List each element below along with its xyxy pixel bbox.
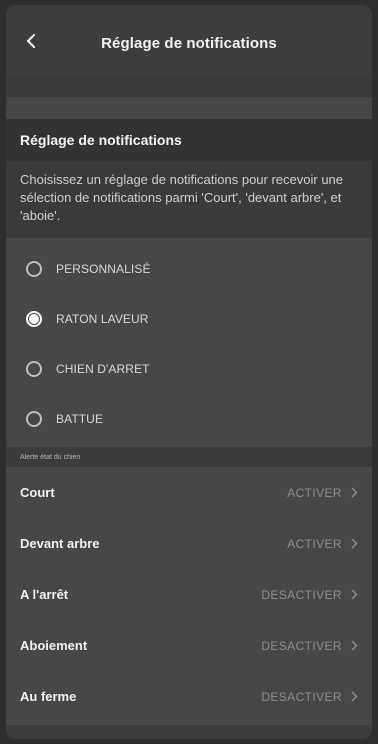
page-title: Réglage de notifications — [101, 35, 277, 52]
mode-radio-group: PERSONNALISÉ RATON LAVEUR CHIEN D'ARRET … — [6, 238, 372, 444]
setting-action-label: ACTIVER — [287, 485, 342, 500]
chevron-right-icon — [351, 487, 358, 498]
setting-name: Au ferme — [20, 689, 77, 704]
radio-unselected-icon — [26, 261, 42, 277]
radio-option-battue[interactable]: BATTUE — [6, 394, 372, 444]
setting-action: ACTIVER — [287, 537, 358, 551]
spacer — [6, 97, 372, 119]
setting-row-devant-arbre[interactable]: Devant arbre ACTIVER — [6, 518, 372, 569]
navigation-bar: Réglage de notifications — [6, 5, 372, 76]
radio-option-raton-laveur[interactable]: RATON LAVEUR — [6, 294, 372, 344]
section-header: Réglage de notifications — [6, 119, 372, 161]
setting-row-au-ferme[interactable]: Au ferme DESACTIVER — [6, 671, 372, 722]
section-title: Réglage de notifications — [20, 132, 182, 148]
setting-row-aboiement[interactable]: Aboiement DESACTIVER — [6, 620, 372, 671]
chevron-right-icon — [351, 538, 358, 549]
radio-option-personnalise[interactable]: PERSONNALISÉ — [6, 244, 372, 294]
setting-row-a-l-arret[interactable]: A l'arrêt DESACTIVER — [6, 569, 372, 620]
chevron-right-icon — [351, 640, 358, 651]
alert-settings-list: Court ACTIVER Devant arbre ACTIVER A l'a… — [6, 467, 372, 722]
radio-selected-icon — [26, 311, 42, 327]
screen: Réglage de notifications Réglage de noti… — [6, 5, 372, 739]
setting-action: DESACTIVER — [261, 690, 358, 704]
header-divider — [6, 76, 372, 97]
chevron-right-icon — [351, 589, 358, 600]
alert-section-caption: Alerte état du chien — [6, 447, 372, 467]
radio-unselected-icon — [26, 411, 42, 427]
radio-label: BATTUE — [56, 412, 104, 426]
setting-action: DESACTIVER — [261, 588, 358, 602]
setting-name: Aboiement — [20, 638, 88, 653]
section-description: Choisissez un réglage de notifications p… — [6, 161, 372, 238]
radio-label: CHIEN D'ARRET — [56, 362, 150, 376]
setting-action: ACTIVER — [287, 486, 358, 500]
bottom-bar — [6, 725, 372, 739]
setting-name: A l'arrêt — [20, 587, 69, 602]
setting-row-court[interactable]: Court ACTIVER — [6, 467, 372, 518]
radio-label: RATON LAVEUR — [56, 312, 149, 326]
radio-unselected-icon — [26, 361, 42, 377]
chevron-right-icon — [351, 691, 358, 702]
setting-action-label: ACTIVER — [287, 536, 342, 551]
setting-name: Court — [20, 485, 55, 500]
setting-action: DESACTIVER — [261, 639, 358, 653]
radio-option-chien-d-arret[interactable]: CHIEN D'ARRET — [6, 344, 372, 394]
radio-label: PERSONNALISÉ — [56, 262, 151, 276]
setting-action-label: DESACTIVER — [261, 689, 342, 704]
setting-name: Devant arbre — [20, 536, 100, 551]
setting-action-label: DESACTIVER — [261, 638, 342, 653]
setting-action-label: DESACTIVER — [261, 587, 342, 602]
